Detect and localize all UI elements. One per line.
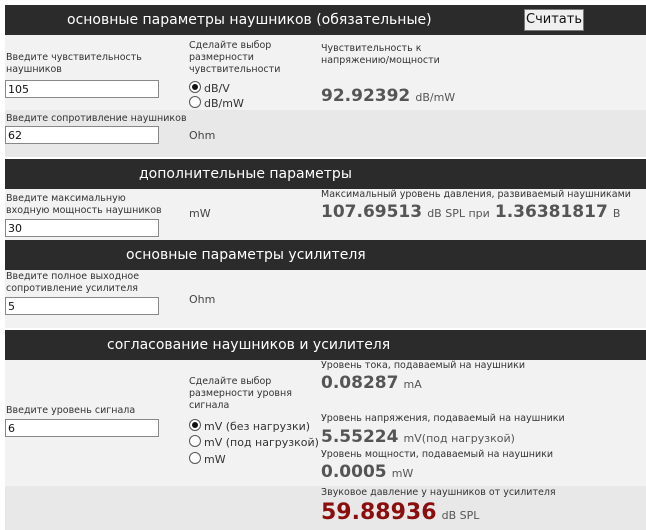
max-power-unit: mW (189, 207, 211, 220)
voltage-unit: mV(под нагрузкой) (403, 432, 515, 445)
impedance-unit: Ohm (189, 129, 216, 142)
amp-impedance-label: Введите полное выходное сопротивление ус… (6, 271, 140, 294)
signal-option-mw[interactable]: mW (189, 451, 226, 466)
sensitivity-input[interactable] (5, 80, 159, 98)
signal-input[interactable] (5, 419, 159, 437)
final-spl-label: Звуковое давление у наушников от усилите… (321, 487, 556, 498)
amp-impedance-input[interactable] (5, 297, 159, 315)
power-value: 0.0005 (321, 462, 387, 482)
section-title-extra: дополнительные параметры (139, 166, 352, 182)
sensitivity-result: 92.92392 dB/mW (321, 86, 455, 106)
sensitivity-result-value: 92.92392 (321, 86, 411, 106)
signal-dimension-label: Сделайте выбор размерности уровня сигнал… (189, 376, 292, 411)
power-unit: mW (391, 467, 414, 480)
sensitivity-label: Введите чувствительность наушников (6, 52, 142, 75)
voltage-label: Уровень напряжения, подаваемый на наушни… (321, 413, 565, 424)
section-title-main: основные параметры наушников (обязательн… (67, 12, 432, 28)
impedance-input[interactable] (5, 126, 159, 144)
radio-selected-icon[interactable] (189, 419, 201, 431)
signal-option-mv-load[interactable]: mV (под нагрузкой) (189, 434, 319, 449)
section-header-amp: основные параметры усилителя (5, 240, 646, 270)
current-result: 0.08287 mA (321, 373, 422, 393)
calculate-button[interactable]: Считать (524, 9, 584, 31)
sensitivity-option-dbmw[interactable]: dB/mW (189, 95, 244, 110)
section-title-match: согласование наушников и усилителя (107, 337, 391, 353)
signal-option-mv-noload[interactable]: mV (без нагрузки) (189, 418, 310, 433)
max-spl-value: 107.69513 (321, 202, 423, 222)
power-label: Уровень мощности, подаваемый на наушники (321, 449, 554, 460)
sensitivity-option-dbv[interactable]: dB/V (189, 80, 230, 95)
sensitivity-dimension-label: Сделайте выбор размерности чувствительно… (189, 40, 281, 75)
sensitivity-result-unit: dB/mW (415, 91, 456, 104)
current-label: Уровень тока, подаваемый на наушники (321, 360, 526, 371)
current-unit: mA (403, 378, 422, 391)
final-spl-result: 59.88936 dB SPL (321, 500, 479, 525)
max-power-input[interactable] (5, 219, 159, 237)
max-voltage-value: 1.36381817 (494, 202, 608, 222)
amp-impedance-unit: Ohm (189, 293, 216, 306)
final-spl-value: 59.88936 (321, 500, 437, 525)
radio-unselected-icon[interactable] (189, 96, 201, 108)
section-header-match: согласование наушников и усилителя (5, 330, 646, 360)
radio-selected-icon[interactable] (189, 81, 201, 93)
impedance-label: Введите сопротивление наушников (6, 113, 187, 124)
radio-unselected-icon[interactable] (189, 452, 201, 464)
voltage-result: 5.55224 mV(под нагрузкой) (321, 427, 515, 447)
sensitivity-result-label: Чувствительность к напряжению/мощности (321, 43, 440, 66)
radio-unselected-icon[interactable] (189, 435, 201, 447)
max-power-label: Введите максимальную входную мощность на… (6, 193, 162, 216)
max-voltage-unit: В (612, 207, 621, 220)
voltage-value: 5.55224 (321, 427, 399, 447)
max-spl-result: 107.69513 dB SPL при 1.36381817 В (321, 202, 620, 222)
signal-label: Введите уровень сигнала (6, 405, 136, 416)
section-title-amp: основные параметры усилителя (126, 247, 366, 263)
final-spl-unit: dB SPL (441, 509, 480, 522)
power-result: 0.0005 mW (321, 462, 413, 482)
current-value: 0.08287 (321, 373, 399, 393)
max-spl-label: Максимальный уровень давления, развиваем… (321, 189, 631, 200)
max-spl-unit: dB SPL при (427, 207, 490, 220)
section-header-extra: дополнительные параметры (5, 159, 646, 189)
